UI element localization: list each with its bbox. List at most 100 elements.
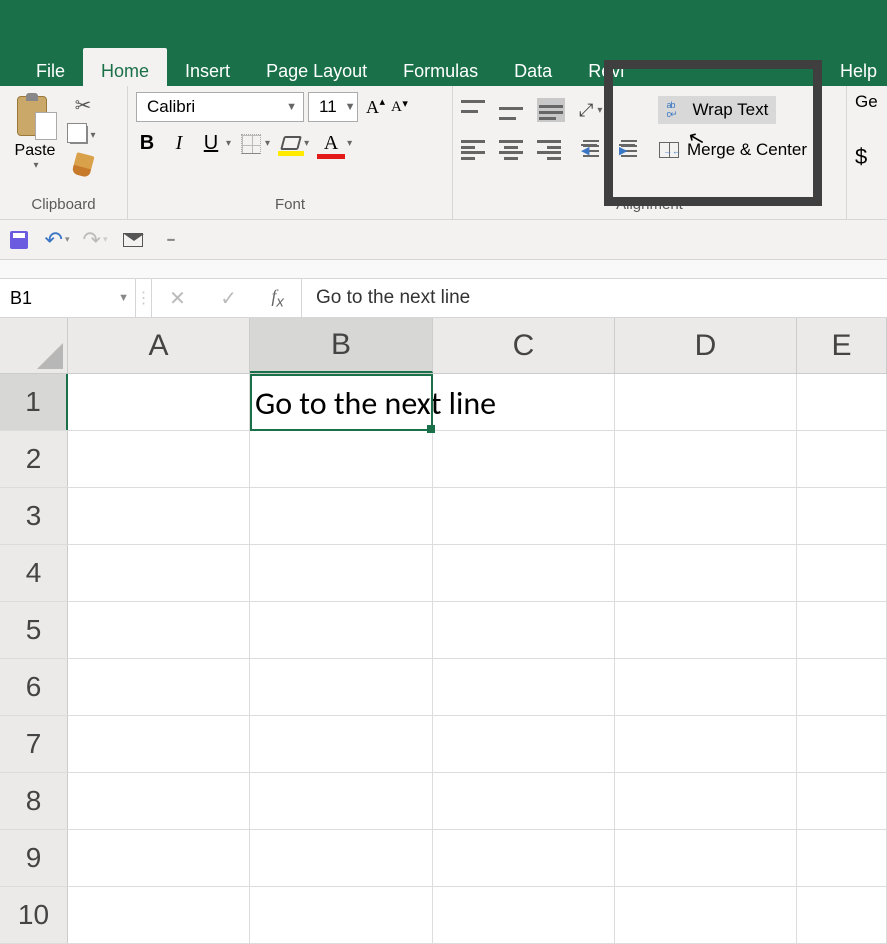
align-center-button[interactable]	[499, 140, 523, 160]
cell[interactable]	[797, 716, 887, 772]
tab-page-layout[interactable]: Page Layout	[248, 48, 385, 86]
row-header-4[interactable]: 4	[0, 545, 68, 601]
tab-file[interactable]: File	[18, 48, 83, 86]
cell[interactable]	[797, 659, 887, 715]
column-header-e[interactable]: E	[797, 318, 887, 373]
formula-input[interactable]: Go to the next line	[302, 279, 887, 317]
email-button[interactable]	[122, 229, 144, 251]
redo-button[interactable]: ↷▾	[84, 229, 106, 251]
cell[interactable]	[615, 773, 797, 829]
cell[interactable]	[250, 887, 433, 943]
align-top-button[interactable]	[461, 100, 485, 120]
cell[interactable]	[68, 659, 250, 715]
cell[interactable]	[797, 830, 887, 886]
fill-color-button[interactable]: ▾	[280, 136, 309, 152]
column-header-a[interactable]: A	[68, 318, 250, 373]
increase-indent-button[interactable]: ▶	[613, 140, 637, 160]
decrease-indent-button[interactable]: ◀	[575, 140, 599, 160]
copy-button[interactable]: ▾	[68, 122, 98, 148]
wrap-text-button[interactable]: Wrap Text	[658, 96, 776, 124]
cell[interactable]	[433, 488, 615, 544]
row-header-5[interactable]: 5	[0, 602, 68, 658]
merge-center-button[interactable]: →← Merge & Center ▾	[651, 136, 830, 164]
align-right-button[interactable]	[537, 140, 561, 160]
tab-home[interactable]: Home	[83, 48, 167, 86]
orientation-button[interactable]: ⤢▾	[579, 100, 602, 121]
number-format-combo[interactable]: Ge	[847, 86, 887, 112]
cut-button[interactable]: ✂	[68, 92, 98, 118]
cell[interactable]	[68, 887, 250, 943]
cell[interactable]	[250, 431, 433, 487]
cell[interactable]	[68, 431, 250, 487]
undo-button[interactable]: ↶▾	[46, 229, 68, 251]
customize-qat-button[interactable]: ━	[160, 229, 182, 251]
paste-dropdown-icon[interactable]: ▾	[33, 160, 38, 171]
cell[interactable]	[68, 830, 250, 886]
font-name-combo[interactable]: Calibri ▼	[136, 92, 304, 122]
cell[interactable]	[68, 773, 250, 829]
cell[interactable]	[250, 830, 433, 886]
cell[interactable]	[615, 659, 797, 715]
align-left-button[interactable]	[461, 140, 485, 160]
align-middle-button[interactable]	[499, 100, 523, 120]
cell[interactable]	[433, 830, 615, 886]
bold-button[interactable]: B	[136, 132, 158, 155]
cell[interactable]	[433, 431, 615, 487]
cell[interactable]	[615, 545, 797, 601]
format-painter-button[interactable]	[68, 152, 98, 178]
row-header-10[interactable]: 10	[0, 887, 68, 943]
column-header-d[interactable]: D	[615, 318, 797, 373]
cell[interactable]	[433, 602, 615, 658]
row-header-7[interactable]: 7	[0, 716, 68, 772]
tab-insert[interactable]: Insert	[167, 48, 248, 86]
row-header-2[interactable]: 2	[0, 431, 68, 487]
row-header-6[interactable]: 6	[0, 659, 68, 715]
confirm-edit-button[interactable]: ✓	[220, 286, 237, 311]
cell[interactable]	[797, 887, 887, 943]
tab-review[interactable]: Revi	[570, 48, 642, 86]
cell[interactable]	[615, 602, 797, 658]
cell[interactable]	[615, 374, 797, 430]
row-header-3[interactable]: 3	[0, 488, 68, 544]
cell[interactable]	[68, 488, 250, 544]
select-all-button[interactable]	[0, 318, 68, 373]
insert-function-button[interactable]: fx	[271, 286, 284, 311]
cell[interactable]	[68, 374, 250, 430]
increase-font-button[interactable]: A▴	[362, 95, 383, 120]
underline-button[interactable]: U▾	[200, 132, 231, 155]
cancel-edit-button[interactable]: ✕	[169, 286, 186, 311]
cell[interactable]	[797, 374, 887, 430]
cell[interactable]	[615, 830, 797, 886]
tab-data[interactable]: Data	[496, 48, 570, 86]
cell[interactable]	[250, 659, 433, 715]
column-header-c[interactable]: C	[433, 318, 615, 373]
cell[interactable]	[433, 716, 615, 772]
row-header-9[interactable]: 9	[0, 830, 68, 886]
align-bottom-button[interactable]	[537, 98, 565, 122]
tab-help[interactable]: Help	[822, 48, 887, 86]
cell[interactable]	[433, 887, 615, 943]
cell[interactable]	[615, 431, 797, 487]
cell[interactable]	[68, 545, 250, 601]
cell[interactable]	[615, 716, 797, 772]
font-color-button[interactable]: A▾	[319, 132, 352, 155]
cell[interactable]	[797, 602, 887, 658]
cell[interactable]	[797, 773, 887, 829]
cell[interactable]	[433, 545, 615, 601]
cell[interactable]	[797, 545, 887, 601]
cell[interactable]	[615, 488, 797, 544]
cell[interactable]	[68, 716, 250, 772]
paste-button[interactable]: Paste ▾	[8, 92, 62, 171]
cell[interactable]	[68, 602, 250, 658]
save-button[interactable]	[8, 229, 30, 251]
cell[interactable]	[797, 488, 887, 544]
row-header-1[interactable]: 1	[0, 374, 68, 430]
fill-handle[interactable]	[427, 425, 435, 433]
cell[interactable]	[250, 716, 433, 772]
font-size-combo[interactable]: 11 ▼	[308, 92, 358, 122]
cell[interactable]	[250, 773, 433, 829]
column-header-b[interactable]: B	[250, 318, 433, 373]
currency-button[interactable]: $	[847, 112, 887, 170]
name-box[interactable]: B1 ▼	[0, 279, 136, 317]
cell[interactable]	[433, 773, 615, 829]
